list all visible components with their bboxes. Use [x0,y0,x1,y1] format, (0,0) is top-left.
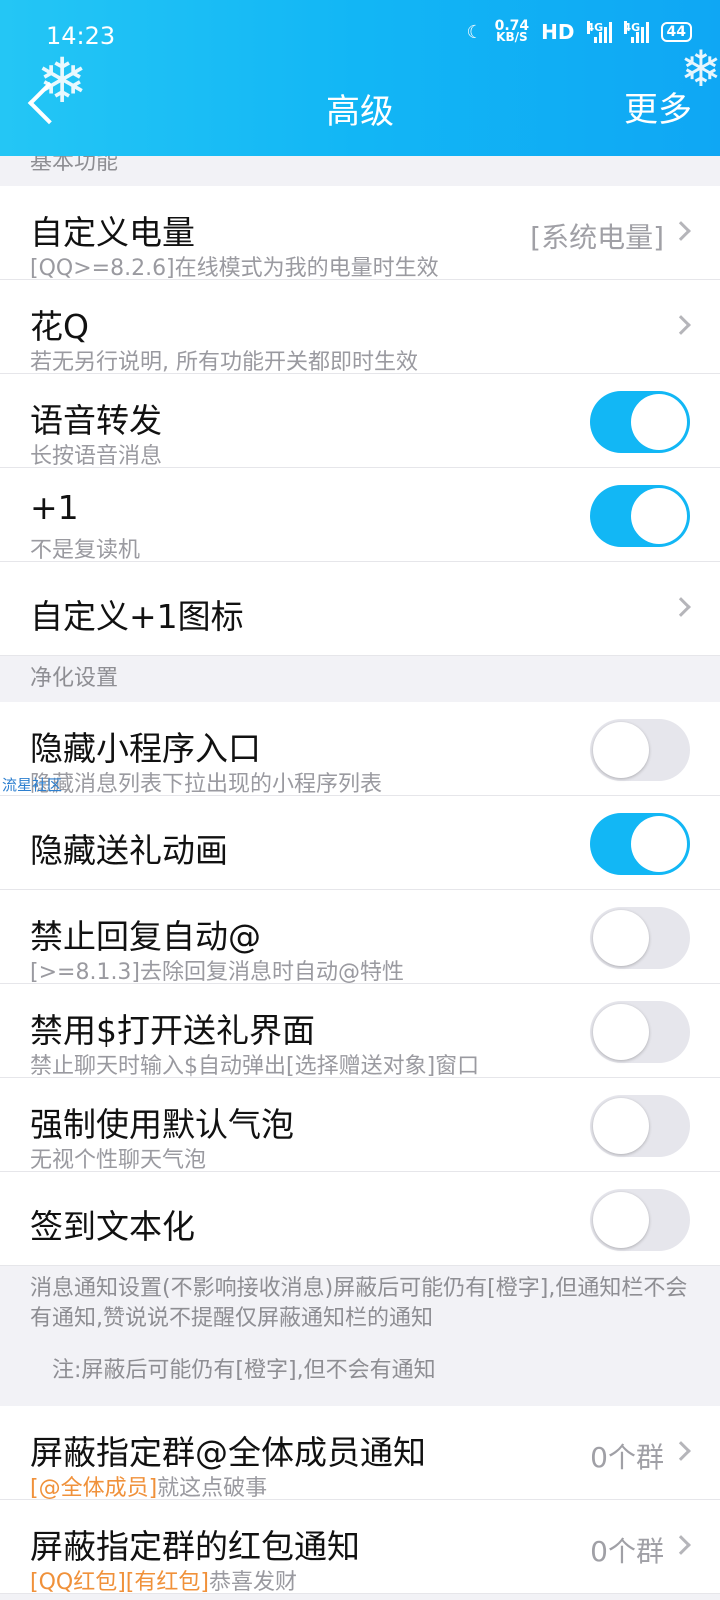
hide-gift-anim-toggle[interactable] [590,813,690,875]
row-voice-forward: 语音转发 长按语音消息 [0,374,720,469]
group-count: 0个群 [590,1441,664,1474]
row-signin-text: 签到文本化 [0,1172,720,1266]
chevron-right-icon [671,1441,691,1461]
section-header-basic: 基本功能 [0,156,720,186]
row-block-all-members[interactable]: 屏蔽指定群@全体成员通知 [@全体成员]就这点破事 0个群 [0,1406,720,1501]
more-button[interactable]: 更多 [624,82,692,131]
row-hide-miniprogram: 隐藏小程序入口 隐藏消息列表下拉出现的小程序列表 [0,702,720,797]
signal-icon-1: 4G [586,21,612,43]
settings-list: 基本功能 自定义电量 [QQ>=8.2.6]在线模式为我的电量时生效 [系统电量… [0,156,720,1595]
value-text: [系统电量] [530,221,664,254]
note-text-secondary: 注:屏蔽后可能仍有[橙字],但不会有通知 [52,1358,436,1383]
app-header: 14:23 ☾ 0.74 KB/S HD 4G 4G 44 ❄ ❄ 高级 更多 [0,0,720,156]
disable-dollar-gift-toggle[interactable] [590,1001,690,1063]
row-block-redpacket[interactable]: 屏蔽指定群的红包通知 [QQ红包][有红包]恭喜发财 0个群 [0,1500,720,1595]
battery-icon: 44 [660,22,692,42]
force-default-bubble-toggle[interactable] [590,1095,690,1157]
group-count: 0个群 [590,1535,664,1568]
status-icons: ☾ 0.74 KB/S HD 4G 4G 44 [466,18,692,44]
section-header-purify: 净化设置 [0,656,720,702]
hide-miniprogram-toggle[interactable] [590,719,690,781]
page-title: 高级 [326,92,394,132]
network-speed: 0.74 KB/S [494,18,530,44]
note-text: 消息通知设置(不影响接收消息)屏蔽后可能仍有[橙字],但通知栏不会有通知,赞说说… [30,1276,688,1331]
row-disable-dollar-gift: 禁用$打开送礼界面 禁止聊天时输入$自动弹出[选择赠送对象]窗口 [0,984,720,1079]
row-custom-battery[interactable]: 自定义电量 [QQ>=8.2.6]在线模式为我的电量时生效 [系统电量] [0,186,720,281]
row-custom-plus-one-icon[interactable]: 自定义+1图标 [0,562,720,656]
notification-note: 消息通知设置(不影响接收消息)屏蔽后可能仍有[橙字],但通知栏不会有通知,赞说说… [0,1266,720,1406]
row-huaq[interactable]: 花Q 若无另行说明, 所有功能开关都即时生效 [0,280,720,375]
row-force-default-bubble: 强制使用默认气泡 无视个性聊天气泡 [0,1078,720,1173]
hd-icon: HD [541,20,575,44]
row-hide-gift-anim: 隐藏送礼动画 [0,796,720,890]
row-plus-one: +1 不是复读机 [0,468,720,563]
chevron-right-icon [671,315,691,335]
chevron-right-icon [671,1535,691,1555]
signin-text-toggle[interactable] [590,1189,690,1251]
signal-icon-2: 4G [623,21,649,43]
no-auto-at-toggle[interactable] [590,907,690,969]
watermark: 流星社区 [2,776,63,794]
chevron-right-icon [671,221,691,241]
chevron-right-icon [671,597,691,617]
moon-icon: ☾ [466,21,483,43]
plus-one-toggle[interactable] [590,485,690,547]
row-no-auto-at: 禁止回复自动@ [>=8.1.3]去除回复消息时自动@特性 [0,890,720,985]
voice-forward-toggle[interactable] [590,391,690,453]
